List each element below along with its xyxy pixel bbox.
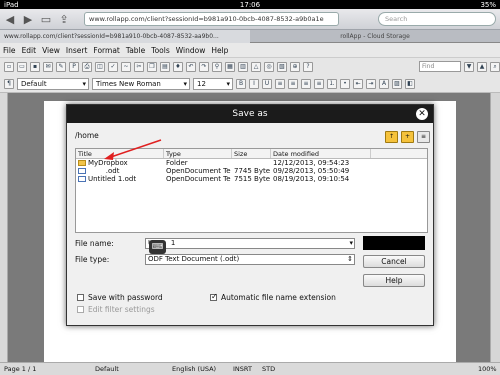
arrow-head (104, 152, 114, 160)
arrow-shaft (107, 139, 162, 159)
annotation-arrow (104, 139, 162, 160)
